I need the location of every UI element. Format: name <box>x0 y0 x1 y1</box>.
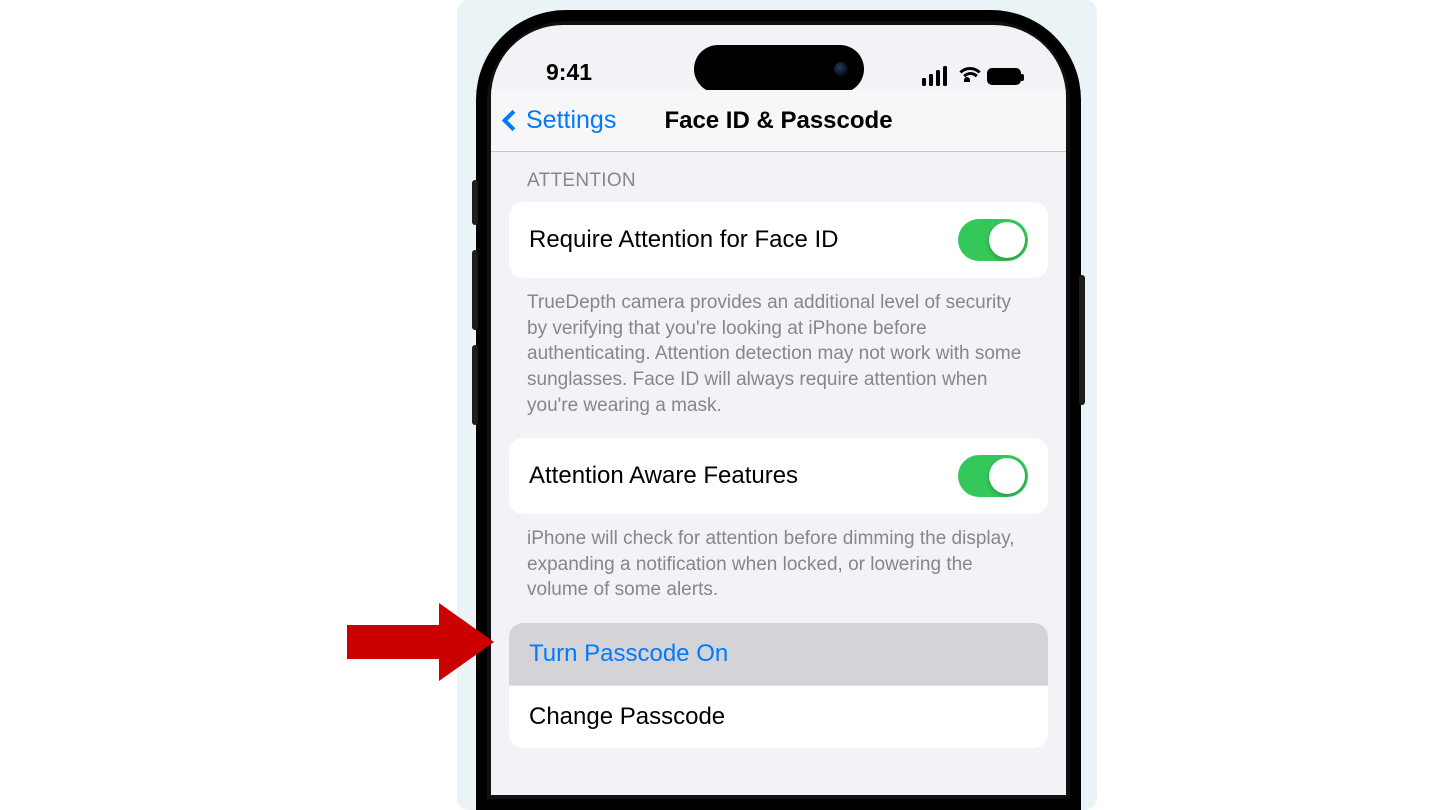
chevron-left-icon <box>502 110 523 131</box>
wifi-icon <box>955 67 979 85</box>
power-button <box>1079 275 1085 405</box>
passcode-group: Turn Passcode On Change Passcode <box>509 623 1048 748</box>
attention-aware-row[interactable]: Attention Aware Features <box>509 438 1048 514</box>
status-time: 9:41 <box>546 59 592 86</box>
phone-screen: 9:41 Settings Face ID & Passcode ATTENTI <box>491 25 1066 795</box>
attention-aware-footer: iPhone will check for attention before d… <box>491 514 1066 623</box>
turn-passcode-on-label: Turn Passcode On <box>529 640 728 668</box>
section-header-attention: ATTENTION <box>491 152 1066 202</box>
require-attention-footer: TrueDepth camera provides an additional … <box>491 278 1066 438</box>
require-attention-row[interactable]: Require Attention for Face ID <box>509 202 1048 278</box>
switch-knob <box>989 222 1025 258</box>
attention-group-2: Attention Aware Features <box>509 438 1048 514</box>
switch-knob <box>989 458 1025 494</box>
volume-up-button <box>472 250 478 330</box>
volume-down-button <box>472 345 478 425</box>
front-camera-icon <box>834 62 848 76</box>
require-attention-switch[interactable] <box>958 219 1028 261</box>
dynamic-island <box>694 45 864 93</box>
require-attention-label: Require Attention for Face ID <box>529 226 839 254</box>
cellular-icon <box>922 66 948 86</box>
battery-icon <box>987 68 1021 85</box>
back-button[interactable]: Settings <box>491 106 616 135</box>
phone-frame: 9:41 Settings Face ID & Passcode ATTENTI <box>476 10 1081 810</box>
back-button-label: Settings <box>526 106 616 135</box>
change-passcode-label: Change Passcode <box>529 703 725 731</box>
turn-passcode-on-button[interactable]: Turn Passcode On <box>509 623 1048 685</box>
attention-group-1: Require Attention for Face ID <box>509 202 1048 278</box>
navigation-bar: Settings Face ID & Passcode <box>491 90 1066 152</box>
attention-aware-switch[interactable] <box>958 455 1028 497</box>
attention-aware-label: Attention Aware Features <box>529 462 798 490</box>
silent-switch <box>472 180 478 225</box>
change-passcode-button[interactable]: Change Passcode <box>509 685 1048 748</box>
